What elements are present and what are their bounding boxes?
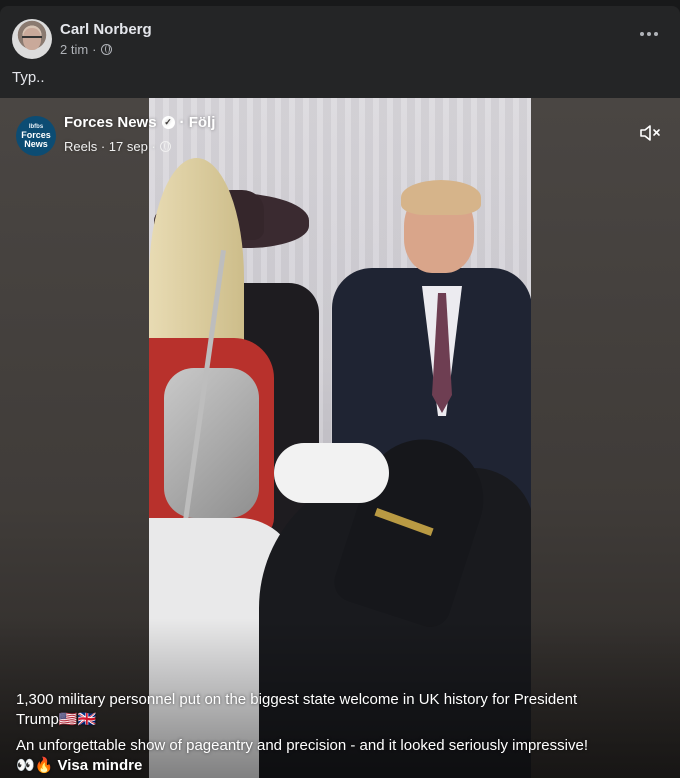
video-guard-cuirass — [164, 368, 259, 518]
caption-footer: 👀🔥 Visa mindre — [16, 756, 636, 776]
page-header: Forces News ✓ · Följ — [64, 114, 215, 131]
page-logo[interactable]: Ibfbs Forces News — [16, 116, 56, 156]
post-text: Typ.. — [12, 69, 45, 86]
globe-icon — [159, 141, 171, 152]
dot — [654, 32, 658, 36]
video-hair — [401, 180, 481, 215]
reel-meta-text[interactable]: Reels · 17 sep · — [64, 139, 156, 154]
more-options-icon[interactable] — [640, 32, 658, 36]
globe-icon[interactable] — [100, 44, 112, 55]
author-name[interactable]: Carl Norberg — [60, 21, 152, 38]
dot — [647, 32, 651, 36]
video-glove — [274, 443, 389, 503]
reel-caption: 1,300 military personnel put on the bigg… — [16, 691, 578, 728]
feed-post: Carl Norberg 2 tim · Typ.. Ibfbs Forces … — [0, 6, 680, 778]
see-less-link[interactable]: Visa mindre — [58, 757, 143, 774]
reel-meta: Reels · 17 sep · — [64, 139, 171, 154]
post-time[interactable]: 2 tim — [60, 42, 88, 57]
page-name[interactable]: Forces News — [64, 114, 157, 131]
author-avatar[interactable] — [12, 19, 52, 59]
logo-line2: News — [24, 138, 48, 149]
shared-reel[interactable]: Ibfbs Forces News Forces News ✓ · Följ R… — [0, 98, 680, 778]
caption-emoji: 👀🔥 — [16, 757, 54, 774]
caption-line2: An unforgettable show of pageantry and p… — [16, 737, 588, 754]
post-meta: 2 tim · — [60, 42, 112, 57]
dot — [640, 32, 644, 36]
follow-button[interactable]: · Följ — [180, 114, 216, 131]
volume-muted-icon[interactable] — [638, 123, 662, 143]
reel-caption-secondary: An unforgettable show of pageantry and p… — [16, 736, 636, 776]
verified-badge-icon: ✓ — [161, 116, 175, 129]
avatar-glasses — [22, 36, 42, 42]
meta-separator: · — [92, 42, 97, 57]
